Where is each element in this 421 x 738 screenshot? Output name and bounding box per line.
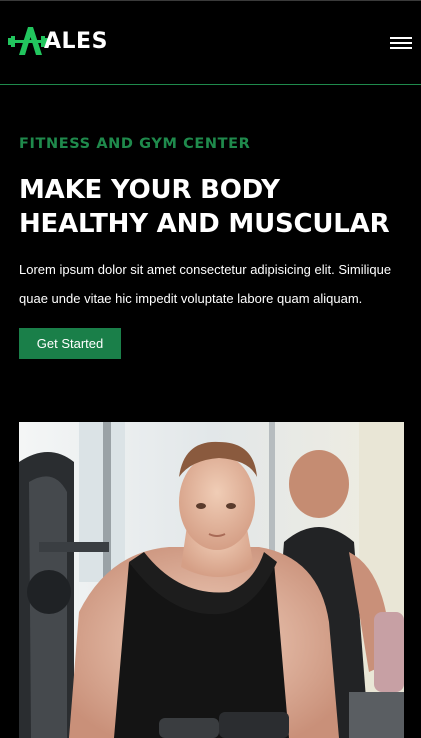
hero-lead-text: Lorem ipsum dolor sit amet consectetur a… <box>19 262 392 306</box>
menu-bar <box>390 47 412 49</box>
brand-name: ALES <box>44 28 108 54</box>
hero-eyebrow: FITNESS AND GYM CENTER <box>19 136 251 152</box>
hero-image <box>19 422 404 738</box>
site-header: ALES <box>0 1 421 85</box>
brand-logo[interactable]: ALES <box>8 25 108 57</box>
get-started-button[interactable]: Get Started <box>19 328 121 359</box>
hero-section: FITNESS AND GYM CENTER MAKE YOUR BODY HE… <box>19 134 409 359</box>
muscular-man-in-gym-photo <box>19 422 404 738</box>
dumbbell-a-icon <box>8 27 48 55</box>
hamburger-menu-icon[interactable] <box>390 36 412 52</box>
headline-line-1: MAKE YOUR BODY <box>19 175 280 205</box>
headline-line-2: HEALTHY AND MUSCULAR <box>19 209 390 239</box>
menu-bar <box>390 42 412 44</box>
hero-headline: MAKE YOUR BODY HEALTHY AND MUSCULAR <box>19 173 409 241</box>
menu-bar <box>390 37 412 39</box>
